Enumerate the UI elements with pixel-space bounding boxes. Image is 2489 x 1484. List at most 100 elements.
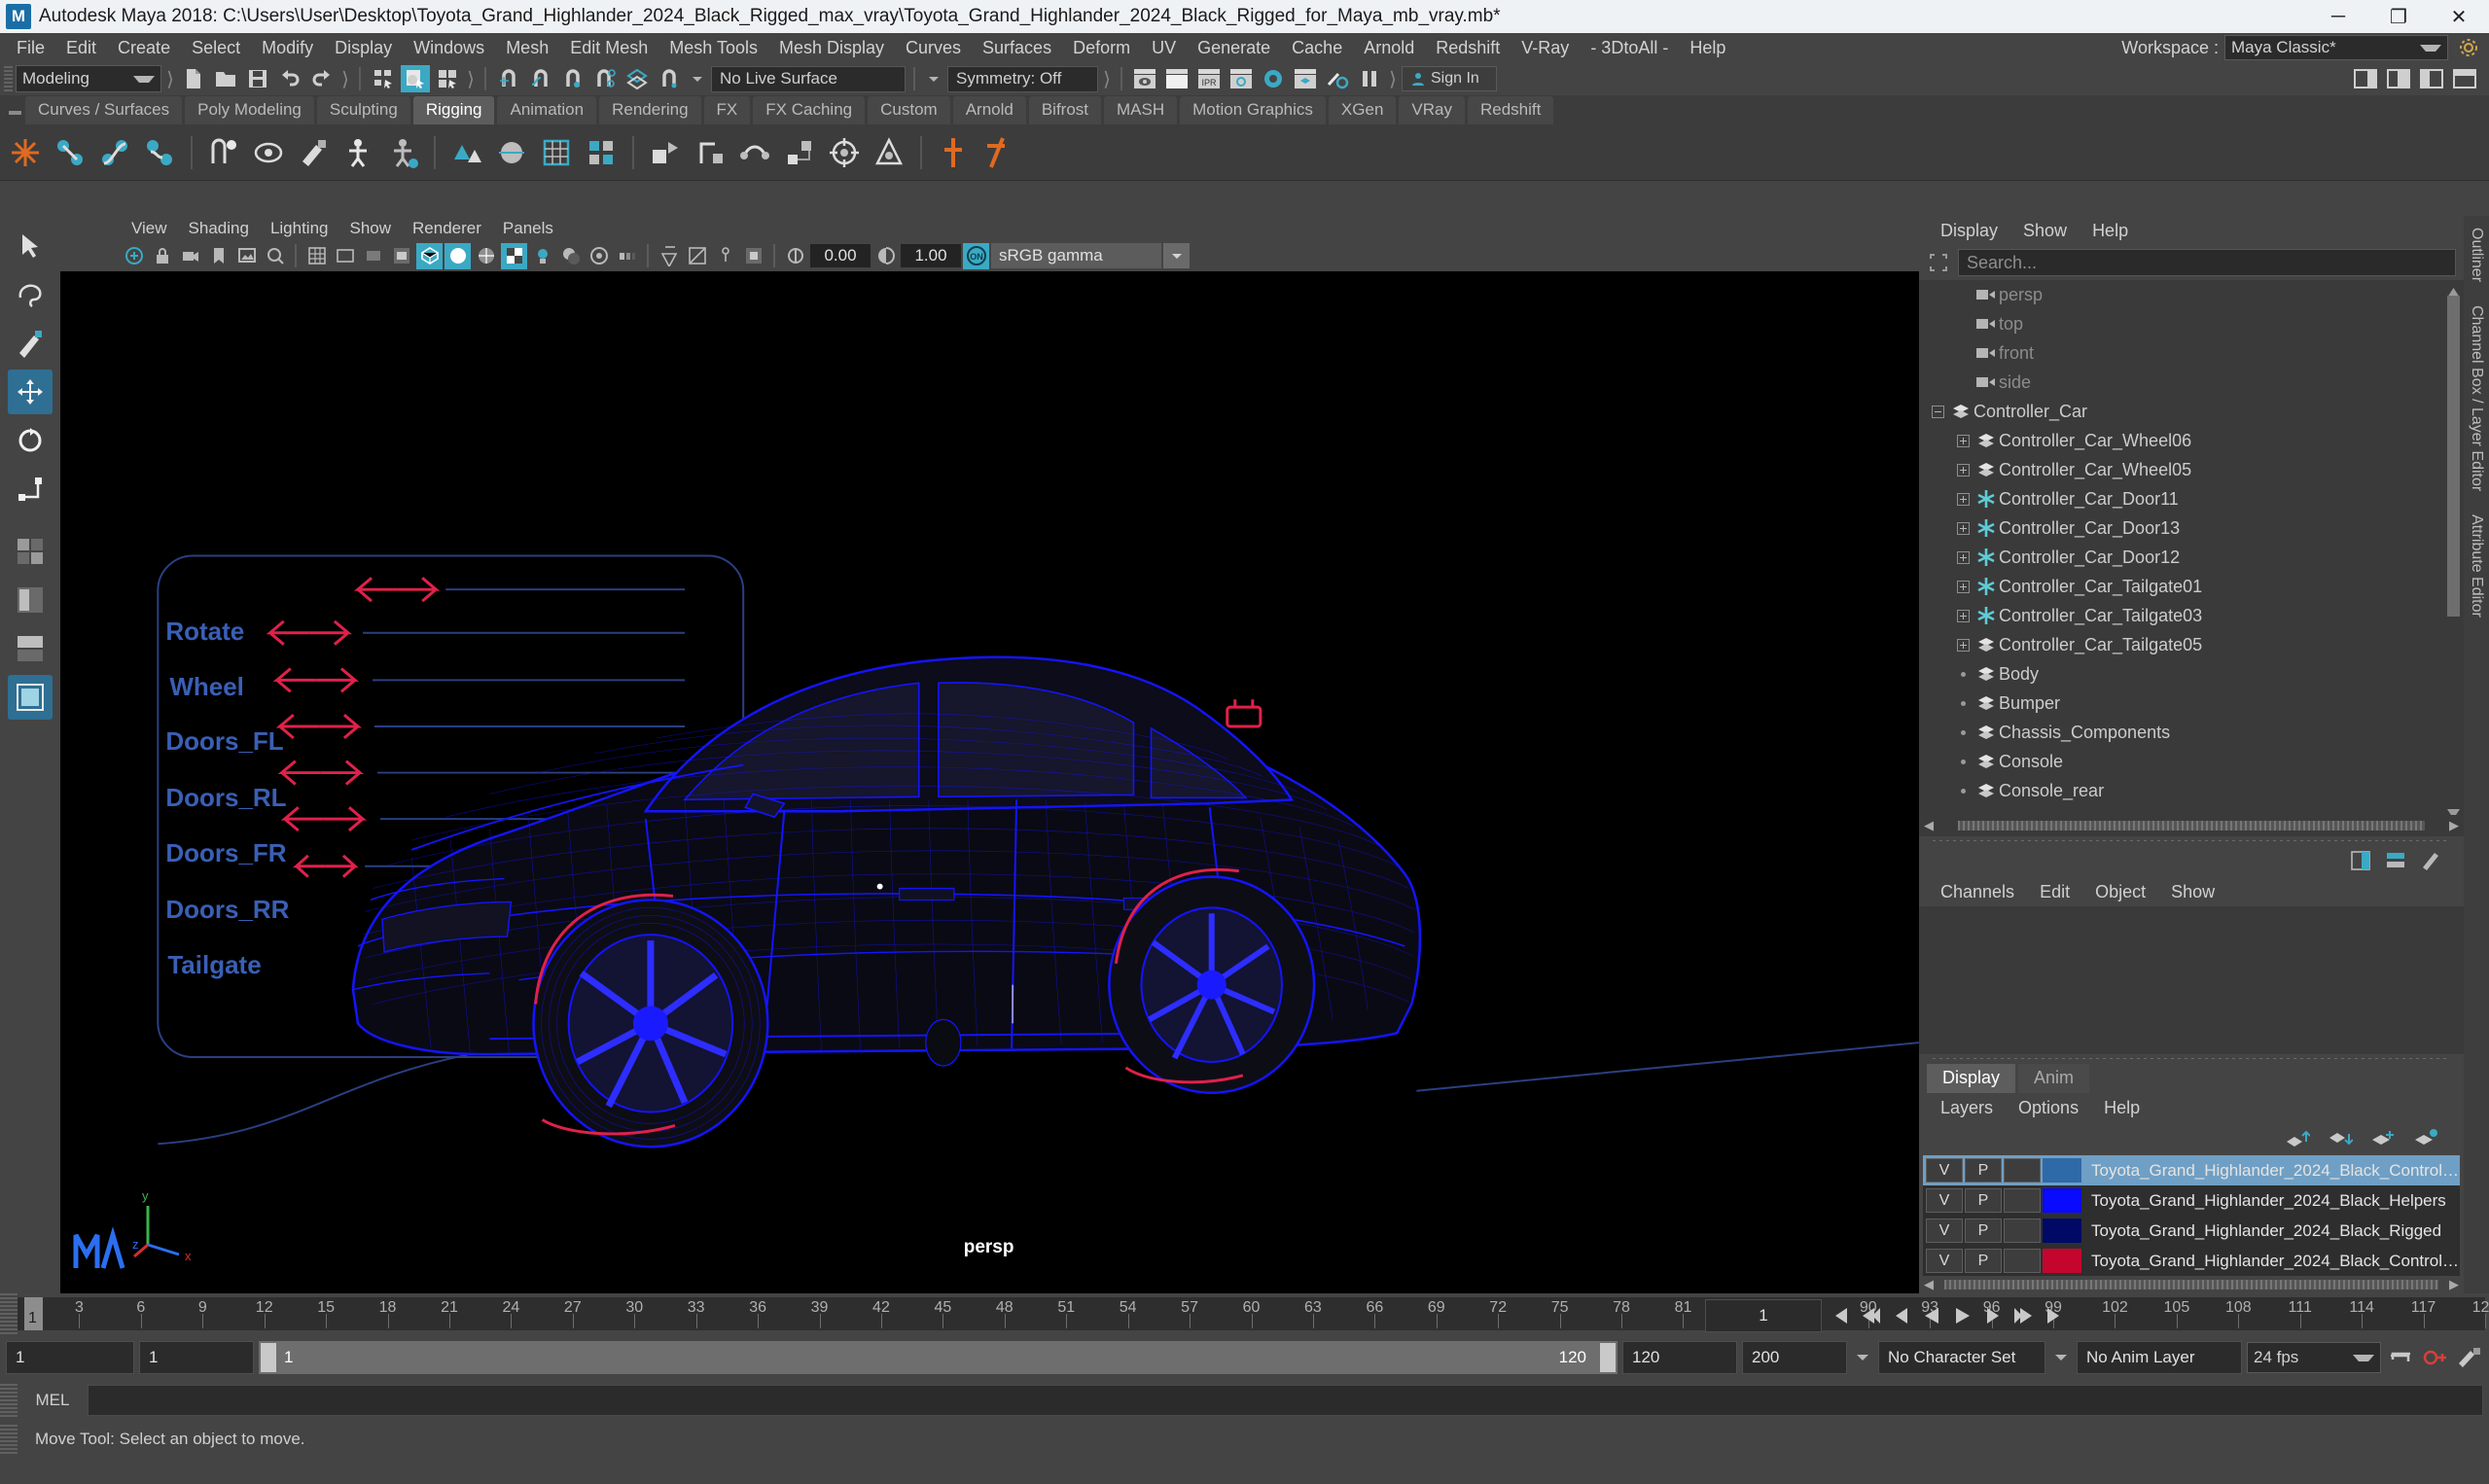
snap-magnet-icon[interactable]: [655, 65, 684, 92]
xray-icon[interactable]: [684, 243, 710, 269]
move-layer-down-icon[interactable]: [2328, 1128, 2353, 1149]
vertical-tab-outliner[interactable]: Outliner: [2464, 216, 2489, 294]
current-time-indicator[interactable]: 1: [24, 1297, 43, 1330]
outliner-row[interactable]: Controller_Car_Tailgate05: [1919, 630, 2464, 659]
menu-item-edit-mesh[interactable]: Edit Mesh: [559, 35, 658, 61]
character-set-chevron-icon[interactable]: [2050, 1345, 2072, 1370]
shelf-tab-curves-surfaces[interactable]: Curves / Surfaces: [25, 96, 183, 124]
layer-color-swatch[interactable]: [2043, 1158, 2081, 1183]
attribute-editor-icon[interactable]: [2419, 849, 2442, 872]
playback-frame-field[interactable]: 1: [1705, 1299, 1822, 1332]
viewport-menu-show[interactable]: Show: [339, 217, 403, 240]
shelf-tab-bifrost[interactable]: Bifrost: [1028, 96, 1102, 124]
timeline-track[interactable]: 1 3 6 9 12 15 18 21 24 27 30 33 36 39 42 45 48 51 54 57 60 6…: [18, 1297, 2489, 1330]
two-d-pan-zoom-icon[interactable]: [262, 243, 288, 269]
menu-item-cache[interactable]: Cache: [1281, 35, 1353, 61]
create-deformer-icon[interactable]: [934, 133, 973, 172]
gamma-icon[interactable]: [872, 243, 899, 269]
auto-key-icon[interactable]: [2420, 1343, 2449, 1372]
menu-item-v-ray[interactable]: V-Ray: [1511, 35, 1580, 61]
xray-joints-icon[interactable]: [712, 243, 738, 269]
panel-splitter[interactable]: [1919, 836, 2464, 844]
snap-projected-icon[interactable]: [590, 65, 620, 92]
layout-persp-only-icon[interactable]: [8, 675, 53, 720]
wrap-deformer-icon[interactable]: [537, 133, 576, 172]
symmetry-chevron-icon[interactable]: [923, 66, 944, 91]
textured-icon[interactable]: [501, 242, 527, 269]
viewport-menu-view[interactable]: View: [121, 217, 178, 240]
shelf-tab-rigging[interactable]: Rigging: [412, 96, 495, 124]
step-back-frame-icon[interactable]: [1855, 1301, 1884, 1330]
blendshape-icon[interactable]: [447, 133, 486, 172]
outliner-tree[interactable]: persp top front side Controller_Car Controlle…: [1919, 280, 2464, 815]
scroll-right-arrow-icon[interactable]: ▶: [2444, 818, 2464, 833]
outliner-row[interactable]: Body: [1919, 659, 2464, 689]
xray-active-components-icon[interactable]: [740, 243, 766, 269]
shelf-tab-poly-modeling[interactable]: Poly Modeling: [185, 96, 314, 124]
move-layer-up-icon[interactable]: [2285, 1128, 2310, 1149]
render-current-frame-icon[interactable]: [1162, 65, 1191, 92]
scroll-right-arrow-icon[interactable]: ▶: [2444, 1277, 2464, 1292]
outliner-vscrollbar[interactable]: [2445, 280, 2462, 815]
step-forward-frame-icon[interactable]: [2010, 1301, 2040, 1330]
bookmarks-icon[interactable]: [205, 243, 231, 269]
command-line-grip[interactable]: [0, 1384, 18, 1417]
symmetry-field[interactable]: Symmetry: Off: [947, 65, 1098, 92]
constraint-parent-icon[interactable]: [646, 133, 685, 172]
shelf-tab-xgen[interactable]: XGen: [1328, 96, 1397, 124]
layer-playback-toggle[interactable]: P: [1965, 1158, 2002, 1183]
expand-icon[interactable]: [1952, 434, 1973, 447]
bind-skin-icon[interactable]: [204, 133, 243, 172]
render-view-icon[interactable]: [1130, 65, 1159, 92]
shelf-tab-sculpting[interactable]: Sculpting: [316, 96, 410, 124]
outliner-row[interactable]: top: [1919, 309, 2464, 338]
layer-color-swatch[interactable]: [2043, 1188, 2081, 1213]
scroll-up-arrow-icon[interactable]: [2447, 282, 2460, 298]
scale-tool[interactable]: [8, 467, 53, 512]
outliner-row[interactable]: Console_rear: [1919, 776, 2464, 805]
command-language-label[interactable]: MEL: [18, 1391, 88, 1410]
vertical-tab-channel-box-layer-editor[interactable]: Channel Box / Layer Editor: [2464, 294, 2489, 503]
toggle-panels-icon[interactable]: [2450, 65, 2479, 92]
outliner-hscroll-thumb[interactable]: [1958, 821, 2425, 830]
light-editor-icon[interactable]: [1323, 65, 1352, 92]
play-backwards-icon[interactable]: [1917, 1301, 1946, 1330]
anim-end-field[interactable]: 200: [1742, 1341, 1847, 1374]
outliner-row[interactable]: Controller_Car_Tailgate03: [1919, 601, 2464, 630]
select-camera-icon[interactable]: [121, 243, 147, 269]
ipr-render-icon[interactable]: IPR: [1194, 65, 1224, 92]
camera-attributes-icon[interactable]: [177, 243, 203, 269]
live-surface-field[interactable]: No Live Surface: [711, 65, 906, 92]
shadows-icon[interactable]: [557, 243, 584, 269]
create-layer-from-selected-icon[interactable]: [2413, 1128, 2438, 1149]
layer-visibility-toggle[interactable]: V: [1926, 1188, 1963, 1213]
layer-playback-toggle[interactable]: P: [1965, 1249, 2002, 1273]
go-to-end-icon[interactable]: [2042, 1301, 2071, 1330]
layer-mode-toggle[interactable]: [2004, 1219, 2041, 1243]
layer-row[interactable]: V P Toyota_Grand_Highlander_2024_Black_Hel…: [1923, 1185, 2460, 1216]
viewport-menu-renderer[interactable]: Renderer: [402, 217, 492, 240]
select-object-button[interactable]: [401, 65, 430, 92]
menu-item-mesh-tools[interactable]: Mesh Tools: [658, 35, 768, 61]
cluster-icon[interactable]: [582, 133, 621, 172]
workspace-settings-icon[interactable]: [2454, 34, 2483, 61]
channelbox-menu-object[interactable]: Object: [2083, 880, 2157, 904]
expand-icon[interactable]: [1952, 580, 1973, 593]
range-end-field[interactable]: 120: [1622, 1341, 1737, 1374]
layer-tab-anim[interactable]: Anim: [2018, 1064, 2090, 1093]
outliner-row[interactable]: Controller_Car: [1919, 397, 2464, 426]
ik-spring-icon[interactable]: [140, 133, 179, 172]
shelf-tab-redshift[interactable]: Redshift: [1467, 96, 1554, 124]
layer-row[interactable]: V P Toyota_Grand_Highlander_2024_Black_Rig…: [1923, 1216, 2460, 1246]
film-gate-icon[interactable]: [332, 243, 358, 269]
use-lights-icon[interactable]: [529, 243, 555, 269]
timeline-grip[interactable]: [0, 1293, 18, 1334]
layer-color-swatch[interactable]: [2043, 1219, 2081, 1243]
menu-item-3dtoall[interactable]: - 3DtoAll -: [1580, 35, 1679, 61]
open-attribute-editor-icon[interactable]: [2384, 65, 2413, 92]
outliner-row[interactable]: side: [1919, 368, 2464, 397]
shelf-tab-mash[interactable]: MASH: [1104, 96, 1178, 124]
menu-item-uv[interactable]: UV: [1141, 35, 1187, 61]
isolate-select-icon[interactable]: [656, 243, 682, 269]
panel-splitter[interactable]: [1919, 1054, 2464, 1062]
